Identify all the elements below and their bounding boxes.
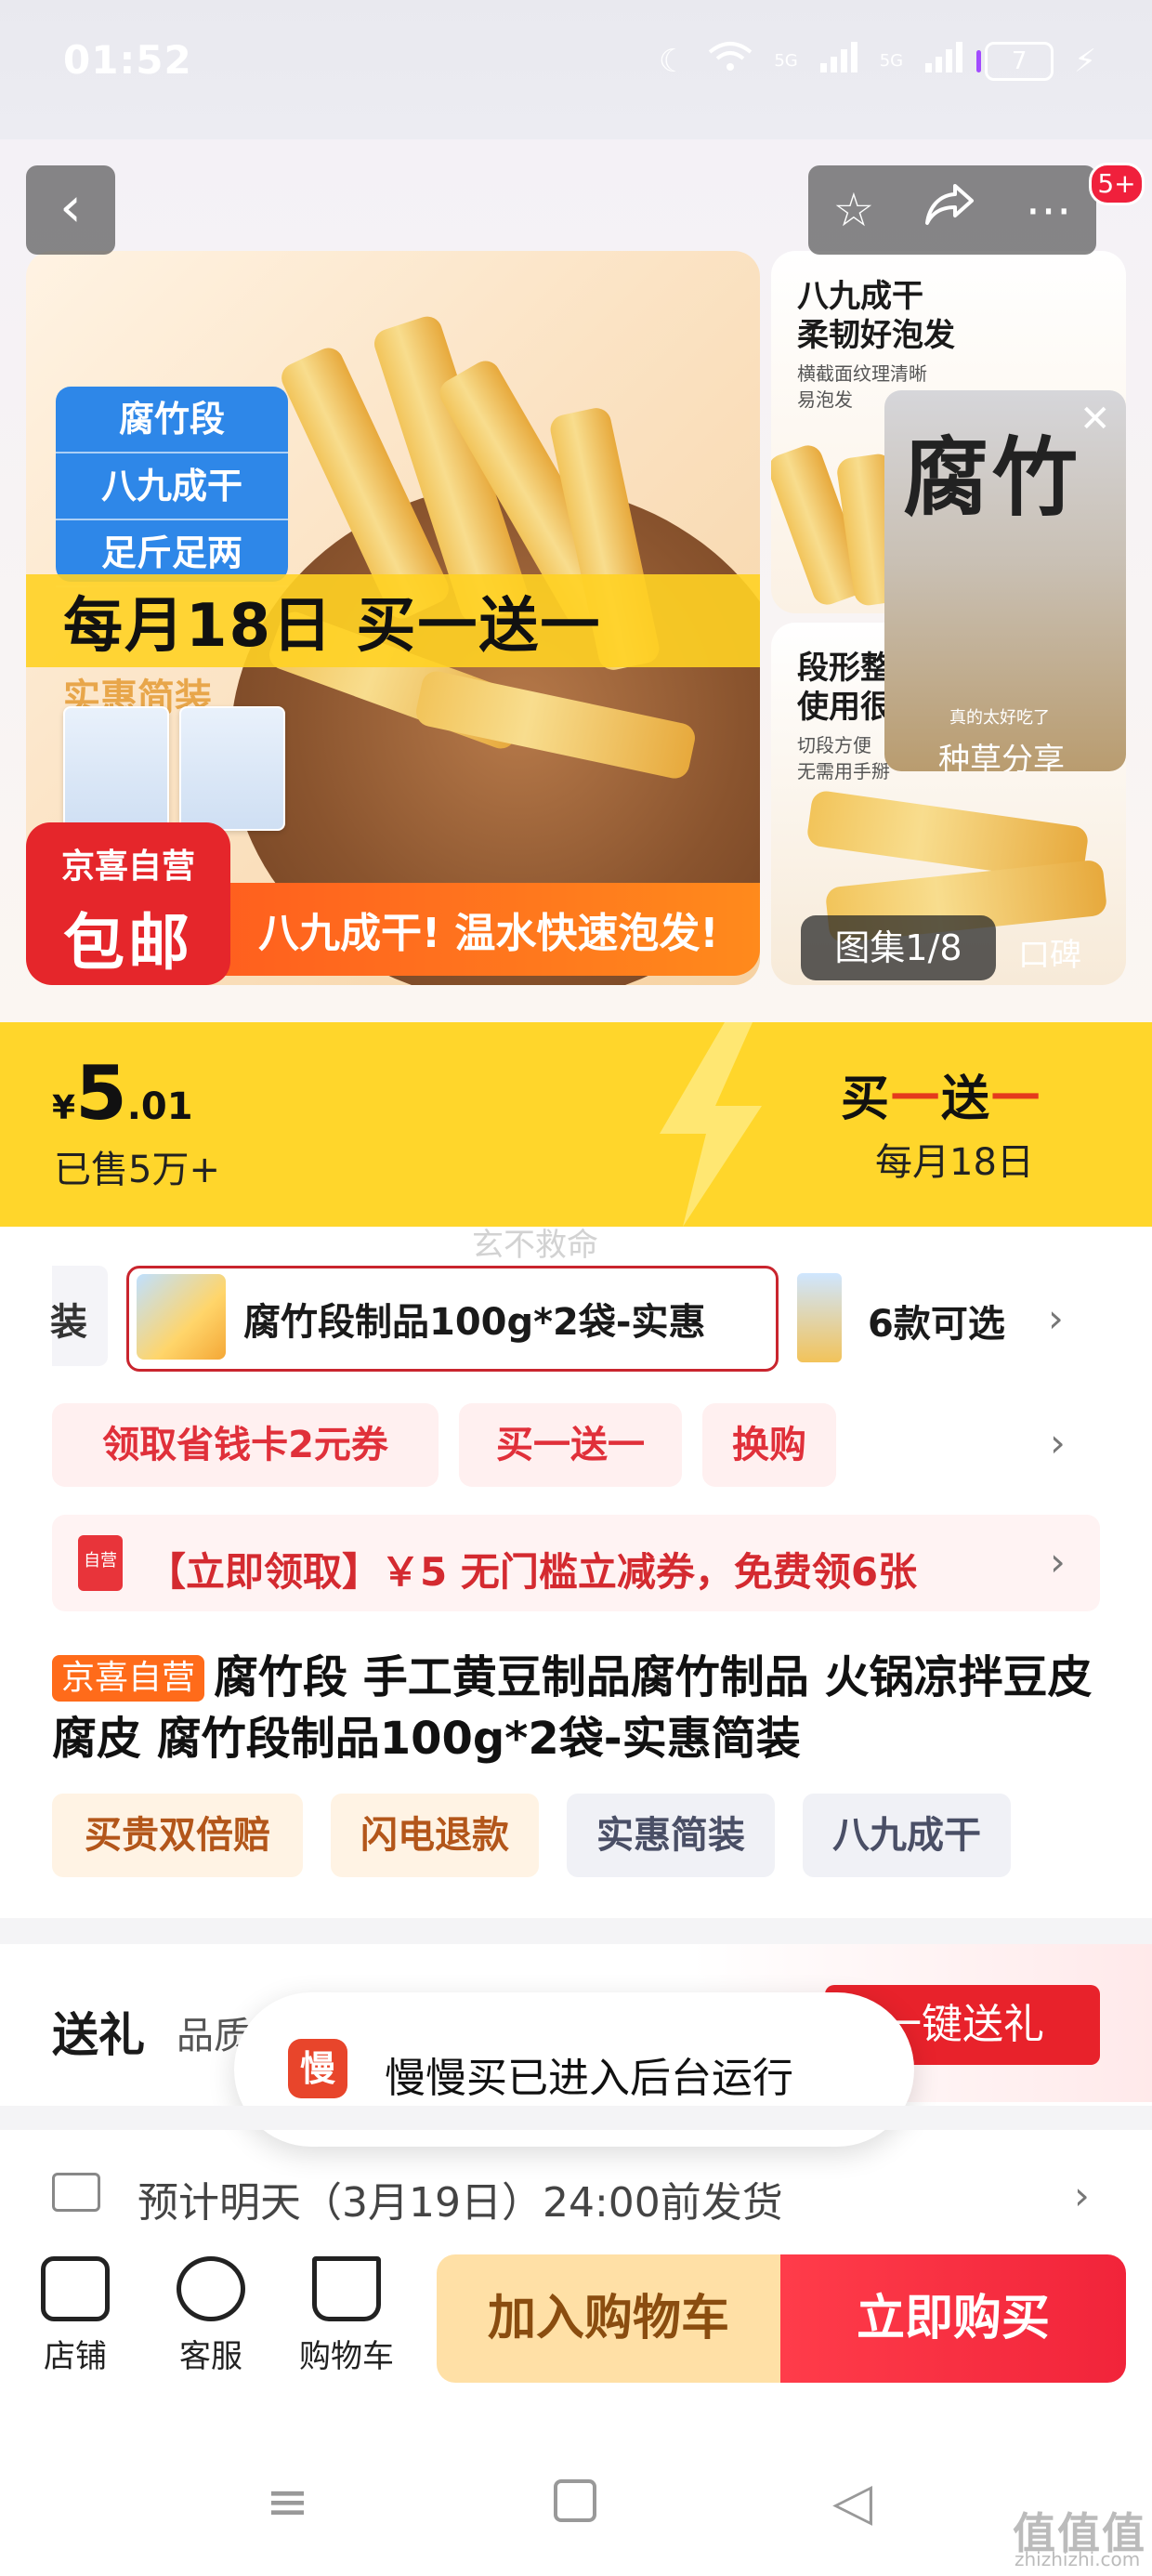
shop-badge-name: 京喜自营	[60, 848, 195, 886]
feature-tag: 八九成干	[56, 453, 288, 520]
chevron-right-icon[interactable]: ›	[1048, 1295, 1064, 1341]
cart-label: 购物车	[299, 2338, 394, 2375]
signal-icon	[818, 41, 859, 81]
feature-tag-panel: 腐竹段 八九成干 足斤足两	[56, 387, 288, 587]
network-label-2: 5G	[879, 51, 904, 71]
gift-label: 送礼	[52, 2008, 145, 2062]
price: ¥5.01	[52, 1050, 193, 1137]
price-currency: ¥	[52, 1089, 76, 1127]
bogo-part: 买	[841, 1071, 892, 1127]
customer-service-button[interactable]: 客服	[151, 2256, 271, 2376]
share-icon[interactable]	[923, 182, 975, 238]
app-icon: 慢	[288, 2039, 347, 2098]
toast-message: 慢慢买已进入后台运行	[385, 2055, 793, 2102]
shop-badge-shipping: 包邮	[63, 907, 193, 979]
variant-thumbnail[interactable]	[797, 1273, 842, 1362]
charging-icon: ⚡	[1074, 42, 1096, 80]
reviews-tab[interactable]: 口碑	[1018, 929, 1081, 975]
shop-badge: 京喜自营 包邮	[26, 822, 230, 985]
more-icon[interactable]: ⋯	[1025, 183, 1071, 237]
status-time: 01:52	[63, 37, 192, 83]
thumbnail-title: 八九成干 柔韧好泡发	[797, 278, 955, 354]
cart-icon	[312, 2256, 381, 2321]
back-triangle-icon[interactable]: ◁	[832, 2472, 872, 2532]
add-to-cart-button[interactable]: 加入购物车	[437, 2254, 780, 2383]
bogo-label: 买一送一	[841, 1059, 1041, 1129]
coupon-chip[interactable]: 领取省钱卡2元券	[52, 1403, 439, 1487]
lightning-icon	[660, 1022, 762, 1227]
feature-tag: 腐竹段	[56, 387, 288, 453]
chevron-right-icon[interactable]: ›	[1050, 1420, 1066, 1465]
package-image	[179, 706, 285, 831]
shop-button[interactable]: 店铺	[15, 2256, 136, 2376]
truck-icon	[52, 2173, 100, 2212]
divider	[0, 2106, 1152, 2130]
chevron-left-icon: ‹	[59, 175, 82, 240]
coupon-icon: 自营	[78, 1535, 123, 1591]
thumbnail-title: 段形整 使用很	[797, 650, 892, 726]
action-button-group: ☆ ⋯	[808, 165, 1096, 255]
product-title-text: 腐竹段 手工黄豆制品腐竹制品 火锅凉拌豆皮腐皮 腐竹段制品100g*2袋-实惠简…	[52, 1651, 1093, 1765]
service-tag[interactable]: 八九成干	[803, 1794, 1011, 1877]
video-caption: 真的太好吃了	[949, 708, 1050, 728]
video-card-bigtext: 腐竹	[903, 428, 1082, 528]
chat-face-icon	[177, 2256, 245, 2321]
service-label: 客服	[179, 2338, 242, 2375]
message-badge: 5+	[1089, 163, 1145, 205]
home-icon[interactable]	[554, 2479, 596, 2522]
battery-icon: 7	[976, 41, 1054, 81]
variant-label: 腐竹段制品100g*2袋-实惠	[243, 1301, 706, 1344]
promo-bottom-text: 八九成干! 温水快速泡发!	[258, 910, 719, 957]
price-integer: 5	[75, 1050, 127, 1137]
cart-button[interactable]: 购物车	[286, 2256, 407, 2376]
bogo-part: 送	[941, 1071, 992, 1127]
thumbnail-subtitle: 切段方便 无需用手掰	[797, 734, 890, 782]
store-icon	[41, 2256, 110, 2321]
chevron-right-icon[interactable]: ›	[1050, 1539, 1066, 1584]
site-watermark-url: zhizhizhi.com	[1015, 2548, 1141, 2570]
bogo-part: 一	[891, 1071, 942, 1127]
watermark: 玄不救命	[472, 1227, 598, 1264]
service-tag[interactable]: 闪电退款	[331, 1794, 539, 1877]
variant-fragment: 装	[50, 1301, 87, 1344]
coupon-icon-label: 自营	[84, 1551, 117, 1571]
status-icons: ☾ 5G 5G 7 ⚡	[659, 41, 1096, 81]
gallery-pager[interactable]: 图集1/8	[801, 915, 996, 980]
delivery-estimate[interactable]: 预计明天（3月19日）24:00前发货	[137, 2169, 783, 2228]
star-icon[interactable]: ☆	[833, 183, 875, 237]
promo-headline: 每月18日 买一送一	[63, 592, 602, 661]
bogo-part: 一	[991, 1071, 1042, 1127]
bogo-date: 每月18日	[875, 1141, 1034, 1184]
wifi-icon	[707, 41, 753, 81]
menu-icon[interactable]: ≡	[266, 2472, 309, 2532]
coupon-text: 【立即领取】￥5 无门槛立减券，免费领6张	[147, 1549, 918, 1595]
service-tag[interactable]: 实惠简装	[567, 1794, 775, 1877]
video-preview-card[interactable]: 腐竹 真的太好吃了 种草分享	[884, 390, 1126, 771]
moon-icon: ☾	[658, 42, 687, 80]
variant-option[interactable]: 装	[50, 1266, 108, 1366]
package-image	[63, 706, 169, 831]
divider	[0, 1918, 1152, 1944]
video-label: 种草分享	[938, 742, 1065, 771]
product-title: 京喜自营 腐竹段 手工黄豆制品腐竹制品 火锅凉拌豆皮腐皮 腐竹段制品100g*2袋…	[52, 1647, 1111, 1769]
service-tag[interactable]: 买贵双倍赔	[52, 1794, 303, 1877]
trade-in-chip[interactable]: 换购	[702, 1403, 836, 1487]
signal-icon-2	[923, 41, 964, 81]
variant-thumbnail	[137, 1274, 226, 1360]
self-operated-tag: 京喜自营	[52, 1655, 205, 1702]
back-button[interactable]: ‹	[26, 165, 115, 255]
shop-label: 店铺	[44, 2338, 107, 2375]
network-label-1: 5G	[774, 51, 798, 71]
price-decimal: .01	[126, 1085, 193, 1128]
main-product-image[interactable]: 腐竹段 八九成干 足斤足两 实惠简装 每月18日 买一送一 八九成干! 温水快速…	[26, 251, 760, 985]
buy-now-button[interactable]: 立即购买	[780, 2254, 1126, 2383]
promo-chip[interactable]: 买一送一	[459, 1403, 682, 1487]
close-icon[interactable]: ✕	[1080, 398, 1111, 440]
chevron-right-icon[interactable]: ›	[1074, 2173, 1090, 2218]
sold-count: 已售5万+	[54, 1149, 220, 1191]
variant-count[interactable]: 6款可选	[868, 1294, 1005, 1347]
